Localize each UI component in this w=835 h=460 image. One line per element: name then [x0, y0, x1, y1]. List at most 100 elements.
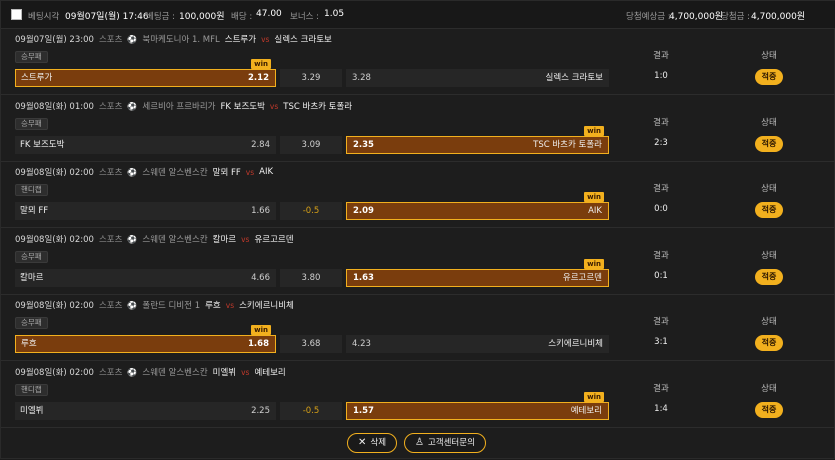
- away-team-label: TSC 바츠카 토폴라: [533, 140, 602, 150]
- expected-win-label: 당첨예상금 :: [626, 12, 671, 22]
- sport-label: 스포츠: [98, 168, 123, 178]
- draw-or-handicap-cell[interactable]: -0.5: [280, 402, 342, 420]
- home-team-label: 미엘뷔: [20, 406, 44, 416]
- away-team-label: 스키에르니비체: [548, 339, 603, 349]
- home-odds-value: 1.68: [248, 339, 269, 349]
- result-label: 결과: [653, 317, 669, 327]
- bet-item: 09월08일(화) 02:00 스포츠 ⚽ 폴란드 디비전 1 루흐 vs 스키…: [1, 295, 835, 361]
- home-team-name: 칼마르: [212, 235, 237, 245]
- vs-label: vs: [241, 367, 250, 377]
- soccer-ball-icon: ⚽: [127, 367, 138, 377]
- score-value: 1:0: [654, 71, 668, 81]
- status-badge: 적중: [755, 269, 783, 285]
- away-team-label: 예테보리: [570, 406, 602, 416]
- status-badge: 적중: [755, 335, 783, 351]
- bet-item: 09월08일(화) 02:00 스포츠 ⚽ 스웨덴 알스벤스칸 미엘뷔 vs 예…: [1, 362, 835, 428]
- sport-label: 스포츠: [98, 368, 123, 378]
- home-odds-cell[interactable]: 칼마르 4.66: [15, 269, 276, 287]
- league-name: 스웨덴 알스벤스칸: [142, 168, 208, 178]
- soccer-ball-icon: ⚽: [127, 167, 138, 177]
- away-odds-value: 1.63: [353, 273, 374, 283]
- home-odds-cell[interactable]: FK 보즈도박 2.84: [15, 136, 276, 154]
- home-team-label: 칼마르: [20, 273, 44, 283]
- draw-or-handicap-cell[interactable]: 3.68: [280, 335, 342, 353]
- home-odds-cell[interactable]: 말뫼 FF 1.66: [15, 202, 276, 220]
- home-team-name: 말뫼 FF: [212, 168, 241, 178]
- away-odds-cell[interactable]: win 2.35 TSC 바츠카 토폴라: [346, 126, 609, 154]
- vs-label: vs: [225, 300, 235, 310]
- market-type-badge: 승무패: [15, 51, 48, 63]
- delete-button[interactable]: ✕ 삭제: [347, 433, 398, 453]
- home-odds-value: 2.25: [251, 406, 270, 416]
- status-label: 상태: [761, 118, 777, 128]
- match-info: 09월07일(월) 23:00 스포츠 ⚽ 북마케도니아 1. MFL 스트루가…: [15, 33, 332, 46]
- select-checkbox[interactable]: [11, 9, 22, 20]
- bet-slip-panel: 베팅시각 09월07일(월) 17:46 베팅금 : 100,000원 배당 :…: [0, 0, 835, 459]
- odds-label: 배당 :: [231, 12, 253, 22]
- win-amount-label: 당첨금 :: [721, 12, 751, 22]
- bet-item: 09월07일(월) 23:00 스포츠 ⚽ 북마케도니아 1. MFL 스트루가…: [1, 29, 835, 95]
- sport-label: 스포츠: [98, 235, 123, 245]
- home-odds-value: 2.84: [251, 140, 270, 150]
- home-team-name: 미엘뷔: [212, 368, 237, 378]
- bet-item: 09월08일(화) 02:00 스포츠 ⚽ 스웨덴 알스벤스칸 칼마르 vs 유…: [1, 229, 835, 295]
- win-badge: win: [584, 192, 604, 202]
- match-info: 09월08일(화) 01:00 스포츠 ⚽ 세르비아 프르바리가 FK 보즈도박…: [15, 100, 352, 113]
- league-name: 폴란드 디비전 1: [142, 301, 201, 311]
- away-odds-cell[interactable]: 4.23 스키에르니비체: [346, 335, 609, 353]
- match-info: 09월08일(화) 02:00 스포츠 ⚽ 스웨덴 알스벤스칸 미엘뷔 vs 예…: [15, 366, 286, 379]
- status-label: 상태: [761, 51, 777, 61]
- win-badge: win: [584, 126, 604, 136]
- away-odds-cell[interactable]: win 1.63 유르고르덴: [346, 259, 609, 287]
- status-badge: 적중: [755, 69, 783, 85]
- home-team-name: 스트루가: [224, 35, 257, 45]
- home-odds-value: 1.66: [251, 206, 270, 216]
- result-label: 결과: [653, 184, 669, 194]
- away-odds-value: 2.09: [353, 206, 374, 216]
- league-name: 스웨덴 알스벤스칸: [142, 368, 208, 378]
- bet-time-value: 09월07일(월) 17:46: [65, 12, 149, 22]
- draw-or-handicap-cell[interactable]: 3.29: [280, 69, 342, 87]
- home-odds-cell[interactable]: win 루흐 1.68: [15, 325, 276, 353]
- delete-label: 삭제: [370, 438, 387, 448]
- away-odds-cell[interactable]: win 2.09 AIK: [346, 192, 609, 220]
- soccer-ball-icon: ⚽: [127, 300, 138, 310]
- vs-label: vs: [261, 34, 270, 44]
- draw-or-handicap-cell[interactable]: -0.5: [280, 202, 342, 220]
- soccer-ball-icon: ⚽: [127, 34, 138, 44]
- vs-label: vs: [269, 101, 279, 111]
- score-value: 3:1: [654, 337, 668, 347]
- status-label: 상태: [761, 251, 777, 261]
- match-datetime: 09월07일(월) 23:00: [15, 35, 94, 45]
- draw-or-handicap-cell[interactable]: 3.09: [280, 136, 342, 154]
- draw-or-handicap-cell[interactable]: 3.80: [280, 269, 342, 287]
- sport-label: 스포츠: [98, 102, 123, 112]
- match-datetime: 09월08일(화) 01:00: [15, 102, 94, 112]
- home-odds-cell[interactable]: win 스트루가 2.12: [15, 59, 276, 87]
- score-value: 0:0: [654, 204, 668, 214]
- result-label: 결과: [653, 51, 669, 61]
- away-odds-cell[interactable]: win 1.57 예테보리: [346, 392, 609, 420]
- support-button[interactable]: ♙ 고객센터문의: [404, 433, 486, 453]
- bet-summary-header: 베팅시각 09월07일(월) 17:46 베팅금 : 100,000원 배당 :…: [1, 1, 835, 29]
- score-value: 1:4: [654, 404, 668, 414]
- win-badge: win: [584, 392, 604, 402]
- bet-time-label: 베팅시각: [28, 12, 60, 22]
- away-team-name: 스키에르니비체: [239, 301, 294, 311]
- market-type-badge: 핸디캡: [15, 384, 48, 396]
- vs-label: vs: [245, 167, 255, 177]
- odds-value: 47.00: [256, 9, 282, 19]
- away-odds-value: 2.35: [353, 140, 374, 150]
- soccer-ball-icon: ⚽: [127, 101, 138, 111]
- user-icon: ♙: [415, 437, 424, 448]
- home-team-label: 말뫼 FF: [20, 206, 49, 216]
- win-badge: win: [584, 259, 604, 269]
- away-team-label: AIK: [588, 206, 602, 216]
- match-datetime: 09월08일(화) 02:00: [15, 168, 94, 178]
- away-odds-cell[interactable]: 3.28 실렉스 크라토보: [346, 69, 609, 87]
- bet-item: 09월08일(화) 01:00 스포츠 ⚽ 세르비아 프르바리가 FK 보즈도박…: [1, 96, 835, 162]
- match-info: 09월08일(화) 02:00 스포츠 ⚽ 스웨덴 알스벤스칸 말뫼 FF vs…: [15, 166, 273, 178]
- home-odds-cell[interactable]: 미엘뷔 2.25: [15, 402, 276, 420]
- support-label: 고객센터문의: [427, 438, 475, 448]
- away-team-name: 예테보리: [254, 368, 286, 378]
